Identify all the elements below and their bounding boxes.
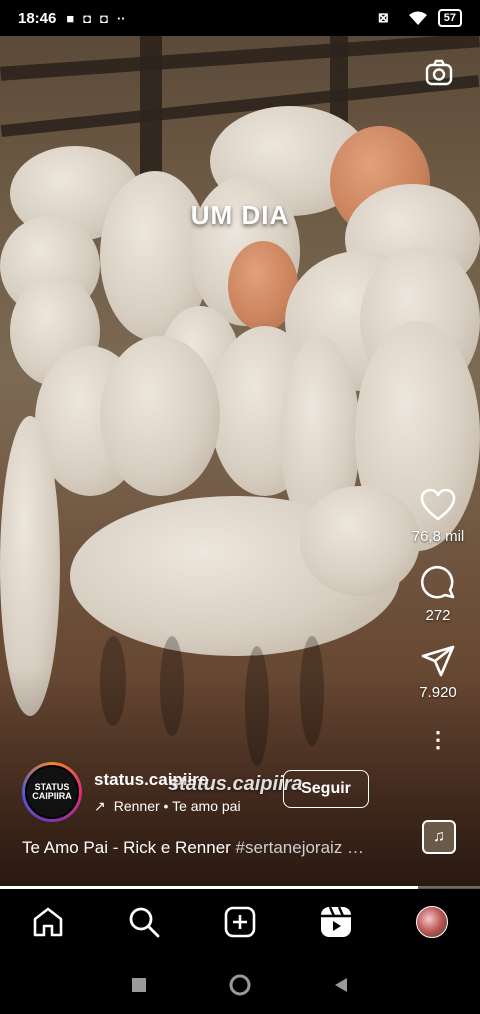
plus-icon[interactable] bbox=[216, 898, 264, 946]
caption[interactable]: Te Amo Pai - Rick e Renner #sertanejorai… bbox=[22, 838, 402, 858]
avatar-logo: STATUS CAIPIIRA bbox=[25, 765, 79, 819]
reel-video[interactable] bbox=[0, 36, 480, 888]
heart-icon bbox=[420, 488, 456, 521]
share-count: 7.920 bbox=[419, 684, 457, 701]
video-overlay-text: UM DIA bbox=[190, 200, 290, 230]
more-notifications-icon: ·· bbox=[116, 10, 126, 26]
music-icon[interactable]: ♫ bbox=[422, 820, 456, 854]
profile-avatar[interactable] bbox=[408, 898, 456, 946]
home-icon[interactable] bbox=[24, 898, 72, 946]
system-nav bbox=[0, 955, 480, 1014]
share-button[interactable]: 7.920 bbox=[419, 644, 457, 701]
caption-hashtag[interactable]: #sertanejoraiz … bbox=[236, 838, 365, 857]
home-circle-icon[interactable] bbox=[228, 973, 252, 997]
notification-icon: ◘ bbox=[100, 10, 108, 26]
arrow-up-right-icon: ↗ bbox=[94, 797, 106, 814]
music-label: Renner • Te amo pai bbox=[113, 798, 241, 814]
send-icon bbox=[421, 645, 455, 677]
back-icon[interactable] bbox=[332, 976, 350, 994]
cow bbox=[300, 486, 420, 596]
comment-count: 272 bbox=[425, 607, 451, 624]
battery-icon: 57 bbox=[437, 9, 462, 27]
more-icon[interactable]: ⋮ bbox=[427, 729, 449, 751]
reels-icon[interactable] bbox=[312, 898, 360, 946]
comment-button[interactable]: 272 bbox=[420, 565, 456, 624]
wifi-icon bbox=[408, 11, 427, 25]
caption-text: Te Amo Pai - Rick e Renner bbox=[22, 838, 236, 857]
cow bbox=[100, 336, 220, 496]
like-button[interactable]: 76,8 mil bbox=[411, 488, 465, 545]
avatar[interactable]: STATUS CAIPIIRA bbox=[22, 762, 82, 822]
profile-picture bbox=[416, 906, 448, 938]
video-icon: ■ bbox=[66, 10, 75, 26]
action-rail: 76,8 mil 272 7.920 ⋮ bbox=[408, 488, 468, 751]
follow-button[interactable]: Seguir bbox=[283, 770, 369, 808]
music-info[interactable]: ↗ Renner • Te amo pai bbox=[94, 798, 241, 815]
search-icon[interactable] bbox=[120, 898, 168, 946]
status-bar: 18:46 ■ ◘ ◘ ·· ⊠ 57 bbox=[0, 0, 480, 36]
notification-icon: ◘ bbox=[83, 10, 92, 26]
camera-icon[interactable] bbox=[424, 58, 454, 88]
bottom-nav bbox=[0, 889, 480, 955]
like-count: 76,8 mil bbox=[411, 528, 465, 545]
status-time: 18:46 bbox=[18, 9, 57, 27]
comment-icon bbox=[420, 565, 455, 599]
sim-icon: ⊠ bbox=[377, 10, 389, 25]
recents-icon[interactable] bbox=[130, 976, 148, 994]
fence-rail bbox=[0, 36, 480, 81]
